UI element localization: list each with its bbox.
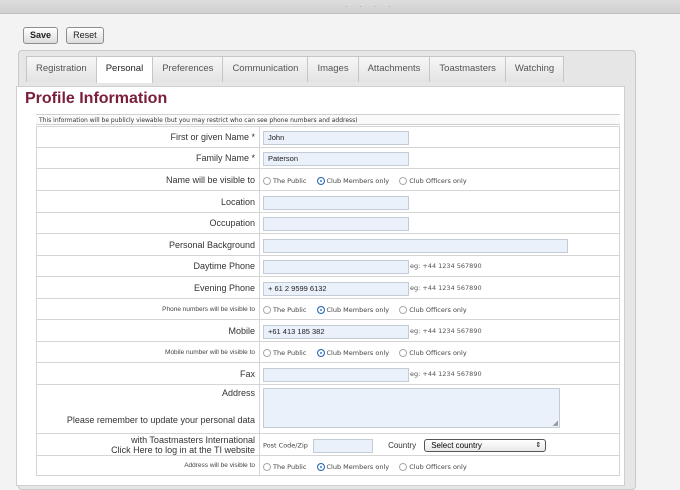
tab-personal[interactable]: Personal (95, 56, 154, 83)
radio-name-members[interactable]: Club Members only (316, 176, 389, 185)
name-visibility-label: Name will be visible to (36, 168, 260, 191)
radio-name-public[interactable]: The Public (263, 176, 306, 185)
fax-hint: eg: +44 1234 567890 (410, 369, 482, 378)
radio-selected-icon (316, 349, 325, 357)
radio-name-officers[interactable]: Club Officers only (399, 176, 467, 185)
postcode-label: Post Code/Zip (263, 441, 308, 450)
form-row: Mobile +61 413 185 382 eg: +44 1234 56789… (36, 319, 620, 342)
form-row: Daytime Phone eg: +44 1234 567890 (36, 255, 620, 277)
daytime-phone-hint: eg: +44 1234 567890 (410, 262, 482, 270)
form-row: Family Name * Paterson (36, 147, 620, 169)
page-title: Profile Information (25, 90, 168, 107)
country-label: Country (388, 441, 417, 450)
mobile-visibility-label: Mobile number will be visible to (36, 341, 260, 363)
tab-images[interactable]: Images (307, 56, 359, 82)
first-name-label: First or given Name * (36, 126, 260, 148)
location-input[interactable] (263, 195, 409, 210)
daytime-phone-input[interactable] (263, 260, 409, 274)
action-toolbar: Save Reset (23, 23, 107, 44)
radio-address-officers[interactable]: Club Officers only (399, 462, 467, 471)
tab-toastmasters[interactable]: Toastmasters (429, 56, 506, 82)
postcode-input[interactable] (312, 438, 373, 453)
evening-phone-hint: eg: +44 1234 567890 (410, 283, 482, 292)
save-button[interactable]: Save (23, 27, 59, 44)
occupation-input[interactable] (263, 217, 409, 231)
resize-grip-icon: ◢ (552, 419, 558, 427)
privacy-notice: This information will be publicly viewab… (36, 114, 620, 125)
profile-form: First or given Name * John Family Name *… (36, 126, 620, 476)
family-name-label: Family Name * (36, 147, 260, 169)
evening-phone-label: Evening Phone (36, 276, 260, 299)
form-row: Name will be visible to The Public Club … (36, 168, 620, 191)
radio-address-members[interactable]: Club Members only (316, 462, 389, 471)
radio-mobile-public[interactable]: The Public (263, 349, 306, 357)
address-textarea[interactable]: ◢ (263, 388, 560, 428)
background-input[interactable] (263, 238, 568, 253)
tab-watching[interactable]: Watching (504, 56, 565, 82)
radio-icon (399, 462, 408, 471)
evening-phone-input[interactable]: + 61 2 9599 6132 (263, 281, 409, 296)
mobile-hint: eg: +44 1234 567890 (410, 326, 482, 335)
radio-selected-icon (316, 176, 325, 185)
country-select[interactable]: Select country ⇕ (424, 439, 547, 452)
ti-reminder-text: Please remember to update your personal … (66, 415, 255, 425)
tab-registration[interactable]: Registration (26, 56, 97, 82)
address-visibility-label: Address will be visible to (36, 455, 260, 476)
mobile-label: Mobile (36, 319, 260, 342)
radio-mobile-members[interactable]: Club Members only (316, 349, 389, 357)
form-row: with Toastmasters International Click He… (36, 433, 620, 456)
radio-selected-icon (316, 462, 325, 471)
radio-icon (399, 306, 408, 314)
tab-communication[interactable]: Communication (222, 56, 309, 82)
form-row: Address Please remember to update your p… (36, 384, 620, 434)
form-row: Occupation (36, 212, 620, 234)
radio-phone-public[interactable]: The Public (263, 306, 306, 314)
toolbar-dots: · · · · (345, 3, 396, 11)
location-label: Location (36, 190, 260, 213)
radio-icon (399, 176, 408, 185)
form-row: Phone numbers will be visible to The Pub… (36, 298, 620, 320)
radio-selected-icon (316, 306, 325, 314)
form-row: Personal Background (36, 233, 620, 256)
tab-attachments[interactable]: Attachments (357, 56, 431, 82)
radio-icon (263, 176, 271, 185)
ti-login-link[interactable]: Click Here to log in at the TI website (37, 445, 255, 455)
radio-icon (263, 349, 271, 357)
first-name-input[interactable]: John (263, 131, 409, 145)
browser-top-strip: · · · · (0, 0, 680, 14)
form-row: Fax eg: +44 1234 567890 (36, 362, 620, 385)
tab-preferences[interactable]: Preferences (152, 56, 224, 82)
mobile-input[interactable]: +61 413 185 382 (263, 324, 409, 339)
form-row: Mobile number will be visible to The Pub… (36, 341, 620, 363)
radio-icon (399, 349, 408, 357)
radio-mobile-officers[interactable]: Club Officers only (399, 349, 467, 357)
radio-phone-members[interactable]: Club Members only (316, 306, 389, 314)
background-label: Personal Background (36, 233, 260, 256)
form-row: Evening Phone + 61 2 9599 6132 eg: +44 12… (36, 276, 620, 299)
address-label: Address (221, 388, 255, 398)
radio-phone-officers[interactable]: Club Officers only (399, 306, 467, 314)
ti-reminder-text-2: with Toastmasters International (131, 434, 255, 445)
form-row: Address will be visible to The Public Cl… (36, 455, 620, 476)
select-arrows-icon: ⇕ (535, 442, 542, 449)
radio-address-public[interactable]: The Public (263, 462, 306, 471)
occupation-label: Occupation (36, 212, 260, 234)
form-row: First or given Name * John (36, 126, 620, 148)
fax-label: Fax (36, 362, 260, 385)
phone-visibility-label: Phone numbers will be visible to (36, 298, 260, 320)
family-name-input[interactable]: Paterson (263, 152, 409, 166)
radio-icon (263, 462, 271, 471)
form-row: Location (36, 190, 620, 213)
radio-icon (263, 306, 271, 314)
tab-bar: Registration Personal Preferences Commun… (26, 56, 565, 83)
daytime-phone-label: Daytime Phone (36, 255, 260, 277)
reset-button[interactable]: Reset (66, 27, 104, 44)
fax-input[interactable] (263, 367, 409, 382)
